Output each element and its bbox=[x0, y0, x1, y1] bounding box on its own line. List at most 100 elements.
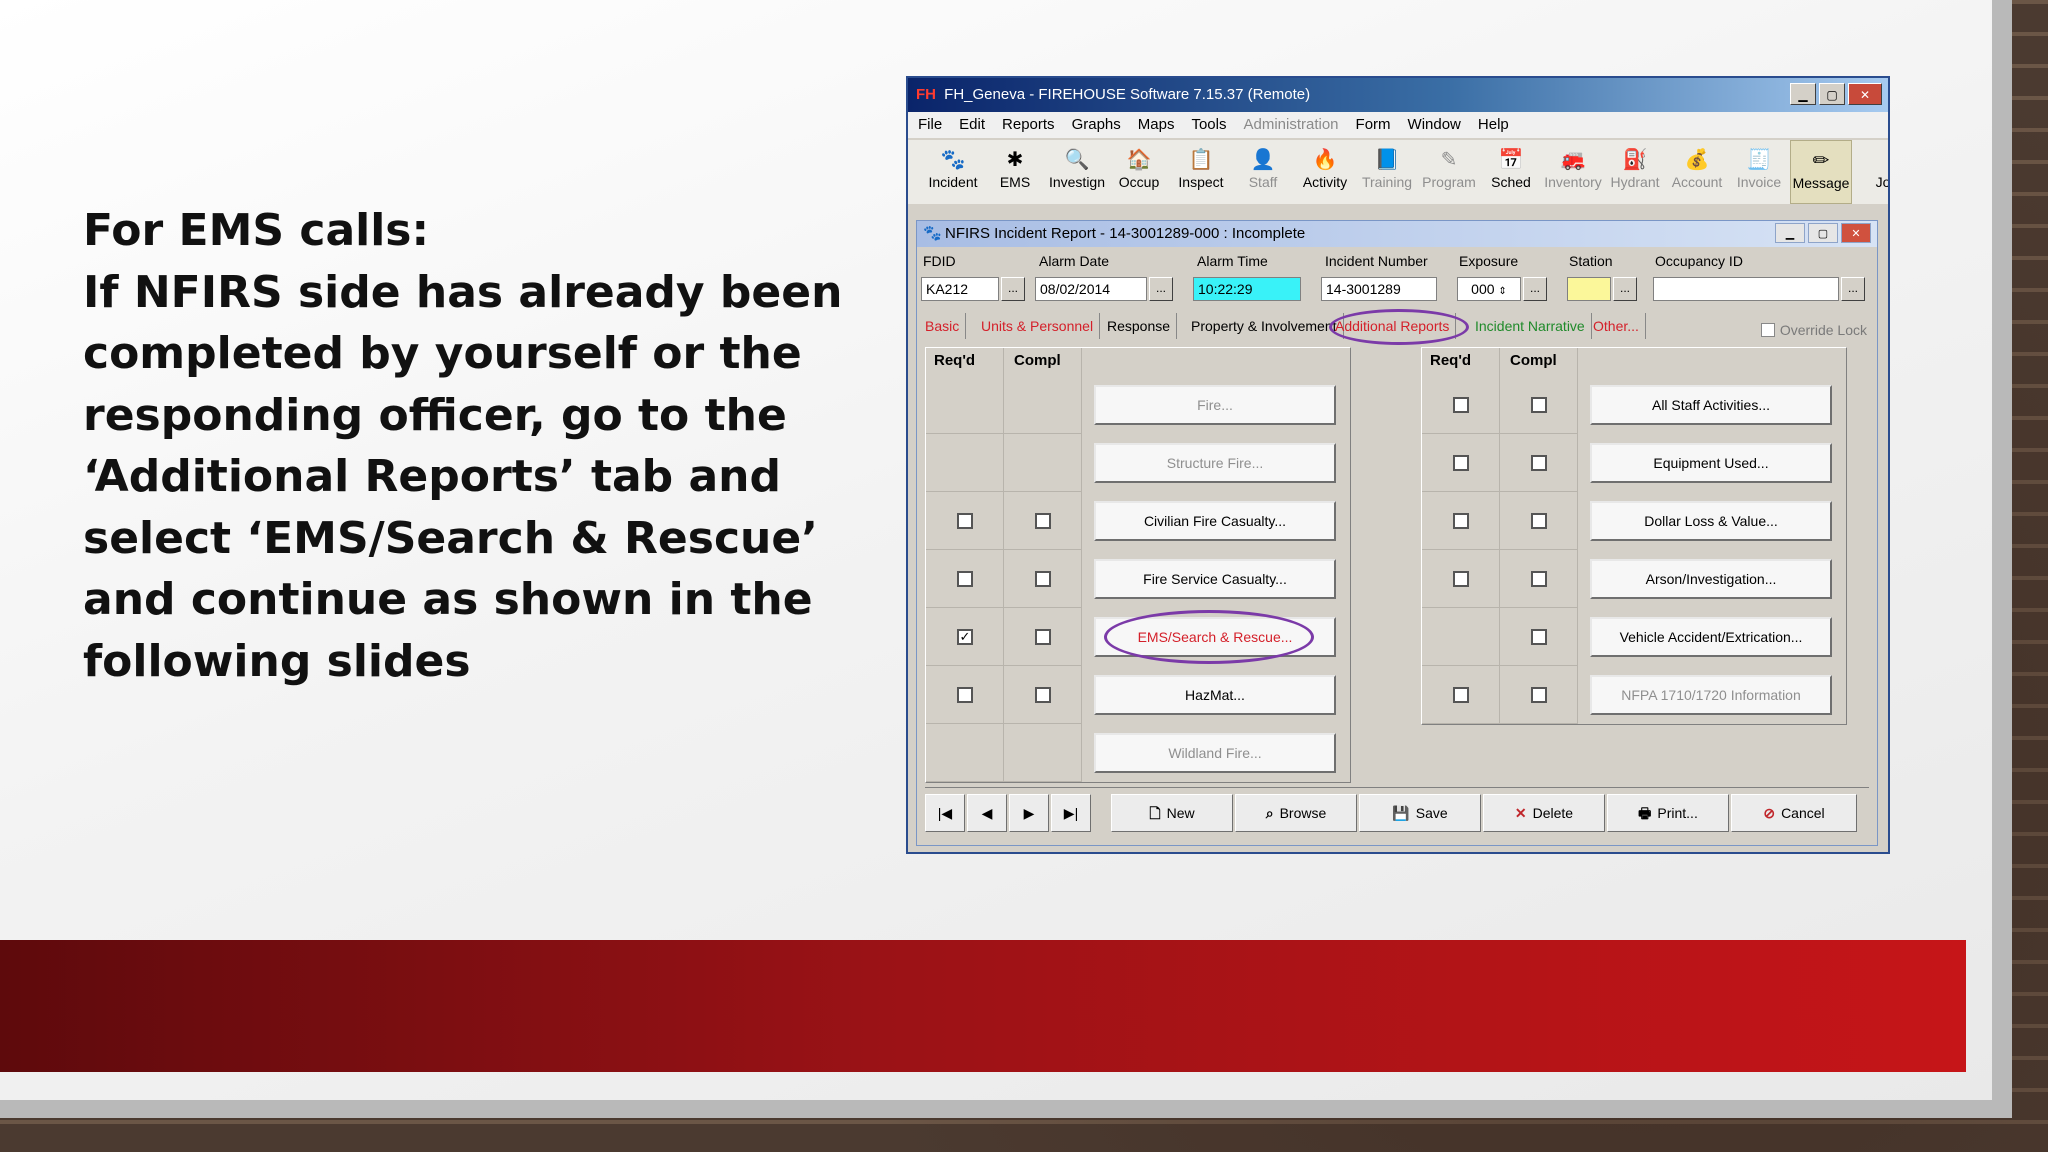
occupancy-lookup-button[interactable]: ... bbox=[1841, 277, 1865, 301]
menu-file[interactable]: File bbox=[918, 112, 942, 138]
alarm-time-label: Alarm Time bbox=[1197, 253, 1268, 269]
tab-response[interactable]: Response bbox=[1107, 313, 1178, 339]
report-button-arson-investigation[interactable]: Arson/Investigation... bbox=[1590, 559, 1832, 599]
alarm-time-field[interactable]: 10:22:29 bbox=[1193, 277, 1301, 301]
reqd-checkbox[interactable] bbox=[957, 571, 973, 587]
close-button[interactable]: ✕ bbox=[1848, 83, 1882, 105]
exposure-field[interactable]: 000 ⇕ bbox=[1457, 277, 1521, 301]
compl-checkbox[interactable] bbox=[1035, 571, 1051, 587]
reqd-checkbox[interactable] bbox=[1453, 687, 1469, 703]
tab-property-involvement[interactable]: Property & Involvement bbox=[1191, 313, 1344, 339]
toolbar-sched-button[interactable]: 📅 Sched bbox=[1480, 140, 1542, 204]
fdid-field[interactable]: KA212 bbox=[921, 277, 999, 301]
compl-checkbox[interactable] bbox=[1035, 687, 1051, 703]
toolbar-activity-button[interactable]: 🔥 Activity bbox=[1294, 140, 1356, 204]
magnifier-icon: 🔍 bbox=[1064, 149, 1090, 171]
toolbar-jo-button[interactable]: Jo bbox=[1852, 140, 1888, 204]
reqd-checkbox[interactable] bbox=[1453, 397, 1469, 413]
report-close-button[interactable]: ✕ bbox=[1841, 223, 1871, 243]
new-button[interactable]: 🗋 New bbox=[1111, 794, 1233, 832]
report-restore-button[interactable]: ▢ bbox=[1808, 223, 1838, 243]
maximize-button[interactable]: ▢ bbox=[1819, 83, 1845, 105]
override-lock-checkbox[interactable]: Override Lock bbox=[1760, 317, 1867, 343]
grid-row-line bbox=[926, 549, 1082, 550]
reqd-checkbox[interactable] bbox=[1453, 513, 1469, 529]
tab-basic[interactable]: Basic bbox=[925, 313, 967, 339]
exposure-lookup-button[interactable]: ... bbox=[1523, 277, 1547, 301]
print-button[interactable]: 🖶 Print... bbox=[1607, 794, 1729, 832]
cancel-circle-icon: ⊘ bbox=[1763, 805, 1776, 821]
minimize-button[interactable]: ▁ bbox=[1790, 83, 1816, 105]
toolbar-label: Jo bbox=[1875, 174, 1888, 190]
alarm-date-field[interactable]: 08/02/2014 bbox=[1035, 277, 1147, 301]
report-button-vehicle-accident-extrication[interactable]: Vehicle Accident/Extrication... bbox=[1590, 617, 1832, 657]
toolbar-label: EMS bbox=[999, 174, 1031, 190]
tab-other[interactable]: Other... bbox=[1593, 313, 1646, 339]
menu-form[interactable]: Form bbox=[1356, 112, 1391, 138]
station-field[interactable] bbox=[1567, 277, 1611, 301]
toolbar-training-button[interactable]: 📘 Training bbox=[1356, 140, 1418, 204]
compl-checkbox[interactable] bbox=[1035, 513, 1051, 529]
reqd-checkbox[interactable] bbox=[1453, 455, 1469, 471]
menu-window[interactable]: Window bbox=[1408, 112, 1461, 138]
toolbar-ems-button[interactable]: ✱ EMS bbox=[984, 140, 1046, 204]
menu-graphs[interactable]: Graphs bbox=[1072, 112, 1121, 138]
next-record-button[interactable]: ▶ bbox=[1009, 794, 1049, 832]
station-lookup-button[interactable]: ... bbox=[1613, 277, 1637, 301]
occupancy-id-field[interactable] bbox=[1653, 277, 1839, 301]
report-button-equipment-used[interactable]: Equipment Used... bbox=[1590, 443, 1832, 483]
report-minimize-button[interactable]: ▁ bbox=[1775, 223, 1805, 243]
report-button-hazmat[interactable]: HazMat... bbox=[1094, 675, 1336, 715]
toolbar-program-button[interactable]: ✎ Program bbox=[1418, 140, 1480, 204]
toolbar-hydrant-button[interactable]: ⛽ Hydrant bbox=[1604, 140, 1666, 204]
report-button-structure-fire[interactable]: Structure Fire... bbox=[1094, 443, 1336, 483]
compl-checkbox[interactable] bbox=[1531, 687, 1547, 703]
delete-button[interactable]: ✕ Delete bbox=[1483, 794, 1605, 832]
cancel-button[interactable]: ⊘ Cancel bbox=[1731, 794, 1857, 832]
override-lock-box[interactable] bbox=[1760, 323, 1775, 337]
toolbar-invoice-button[interactable]: 🧾 Invoice bbox=[1728, 140, 1790, 204]
tab-incident-narrative[interactable]: Incident Narrative bbox=[1475, 313, 1592, 339]
exposure-spinner-icon[interactable]: ⇕ bbox=[1498, 286, 1506, 297]
menu-edit[interactable]: Edit bbox=[959, 112, 985, 138]
report-button-wildland-fire[interactable]: Wildland Fire... bbox=[1094, 733, 1336, 773]
toolbar-investign-button[interactable]: 🔍 Investign bbox=[1046, 140, 1108, 204]
reqd-checkbox[interactable]: ✓ bbox=[957, 629, 973, 645]
tab-units-personnel[interactable]: Units & Personnel bbox=[981, 313, 1101, 339]
reqd-checkbox[interactable] bbox=[957, 513, 973, 529]
toolbar-inspect-button[interactable]: 📋 Inspect bbox=[1170, 140, 1232, 204]
compl-checkbox[interactable] bbox=[1531, 513, 1547, 529]
compl-checkbox[interactable] bbox=[1035, 629, 1051, 645]
compl-checkbox[interactable] bbox=[1531, 571, 1547, 587]
save-button[interactable]: 💾 Save bbox=[1359, 794, 1481, 832]
report-button-nfpa-1710-1720-information[interactable]: NFPA 1710/1720 Information bbox=[1590, 675, 1832, 715]
menu-maps[interactable]: Maps bbox=[1138, 112, 1175, 138]
last-record-button[interactable]: ▶| bbox=[1051, 794, 1091, 832]
incident-number-field[interactable]: 14-3001289 bbox=[1321, 277, 1437, 301]
prev-record-button[interactable]: ◀ bbox=[967, 794, 1007, 832]
report-button-civilian-fire-casualty[interactable]: Civilian Fire Casualty... bbox=[1094, 501, 1336, 541]
first-record-button[interactable]: |◀ bbox=[925, 794, 965, 832]
toolbar-incident-button[interactable]: 🐾 Incident bbox=[922, 140, 984, 204]
menu-tools[interactable]: Tools bbox=[1191, 112, 1226, 138]
browse-button[interactable]: ⌕ Browse bbox=[1235, 794, 1357, 832]
menu-reports[interactable]: Reports bbox=[1002, 112, 1055, 138]
reqd-checkbox[interactable] bbox=[1453, 571, 1469, 587]
reqd-checkbox[interactable] bbox=[957, 687, 973, 703]
compl-checkbox[interactable] bbox=[1531, 629, 1547, 645]
toolbar-staff-button[interactable]: 👤 Staff bbox=[1232, 140, 1294, 204]
fdid-lookup-button[interactable]: ... bbox=[1001, 277, 1025, 301]
compl-checkbox[interactable] bbox=[1531, 397, 1547, 413]
toolbar-inventory-button[interactable]: 🚒 Inventory bbox=[1542, 140, 1604, 204]
report-button-fire-service-casualty[interactable]: Fire Service Casualty... bbox=[1094, 559, 1336, 599]
compl-checkbox[interactable] bbox=[1531, 455, 1547, 471]
menu-administration[interactable]: Administration bbox=[1243, 112, 1338, 138]
report-button-all-staff-activities[interactable]: All Staff Activities... bbox=[1590, 385, 1832, 425]
report-button-fire[interactable]: Fire... bbox=[1094, 385, 1336, 425]
report-button-dollar-loss-value[interactable]: Dollar Loss & Value... bbox=[1590, 501, 1832, 541]
toolbar-account-button[interactable]: 💰 Account bbox=[1666, 140, 1728, 204]
toolbar-occup-button[interactable]: 🏠 Occup bbox=[1108, 140, 1170, 204]
alarm-date-picker-button[interactable]: ... bbox=[1149, 277, 1173, 301]
toolbar-message-button[interactable]: ✏ Message bbox=[1790, 140, 1852, 204]
menu-help[interactable]: Help bbox=[1478, 112, 1509, 138]
